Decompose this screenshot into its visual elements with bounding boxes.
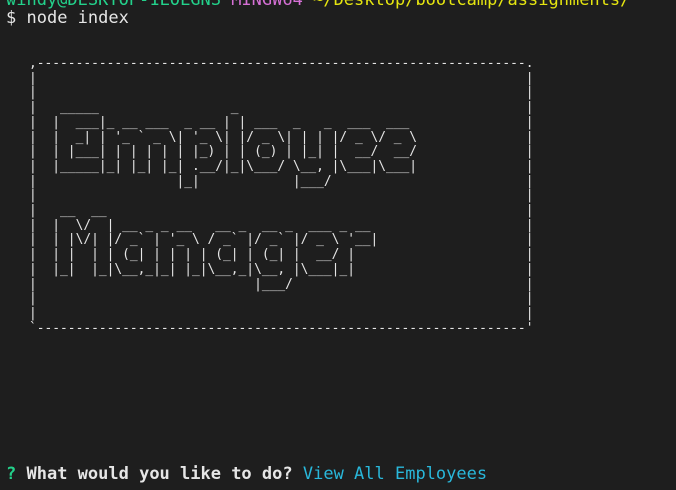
selected-answer[interactable]: View All Employees	[303, 464, 487, 484]
ascii-banner: ,---------------------------------------…	[29, 56, 534, 336]
question-mark-icon: ?	[6, 464, 17, 484]
prompt-symbol: $	[6, 8, 17, 28]
terminal-window[interactable]: windy@DESKTOP-1LOLGNS MINGW64 ~/Desktop/…	[0, 0, 676, 490]
command-text: node index	[26, 8, 129, 28]
shell-name: MINGW64	[231, 0, 303, 10]
command-line: $ node index	[6, 8, 129, 28]
working-directory: ~/Desktop/bootcamp/assignments/	[313, 0, 631, 10]
question-text: What would you like to do?	[26, 464, 293, 484]
inquirer-prompt[interactable]: ? What would you like to do? View All Em…	[6, 464, 487, 484]
